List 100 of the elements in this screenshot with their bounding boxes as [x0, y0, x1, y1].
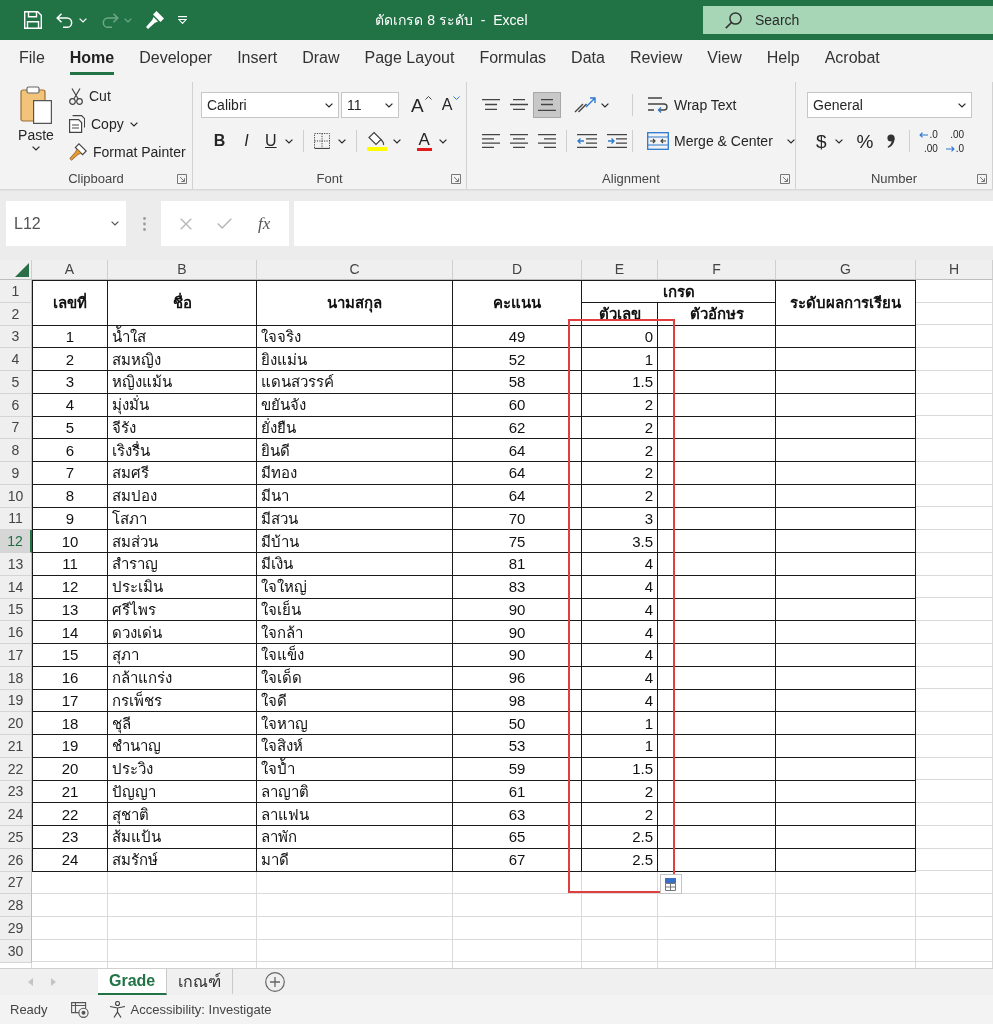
dialog-launcher-icon[interactable]: [977, 173, 987, 184]
font-name-field[interactable]: Calibri: [201, 92, 339, 118]
column-header[interactable]: F: [658, 260, 776, 280]
row-header[interactable]: 18: [0, 666, 32, 690]
table-cell: น้ำใส: [108, 325, 257, 349]
table-cell: 52: [453, 348, 582, 371]
row-header[interactable]: 26: [0, 848, 32, 872]
row-header[interactable]: 15: [0, 598, 32, 622]
window-title: ตัดเกรด 8 ระดับ - Excel: [374, 11, 529, 30]
row-header[interactable]: 5: [0, 371, 32, 394]
column-header[interactable]: H: [916, 260, 993, 280]
insert-function-button[interactable]: fx: [255, 211, 273, 236]
select-all-button[interactable]: [0, 260, 32, 280]
caret-down-icon: [453, 96, 461, 100]
row-header[interactable]: 29: [0, 917, 32, 940]
cut-button[interactable]: Cut: [66, 82, 189, 110]
row-header[interactable]: 8: [0, 439, 32, 462]
table-cell: 64: [453, 439, 582, 462]
row-header[interactable]: 14: [0, 575, 32, 599]
sheet-tab[interactable]: Grade: [98, 969, 168, 995]
column-header[interactable]: B: [108, 260, 257, 280]
table-header-cell: คะแนน: [453, 280, 582, 326]
ribbon-tab[interactable]: Review: [629, 40, 683, 75]
ribbon-tab[interactable]: Formulas: [479, 40, 547, 75]
sheet-record-icon[interactable]: [70, 1001, 89, 1018]
italic-button[interactable]: I: [233, 128, 260, 154]
ribbon-tab[interactable]: Page Layout: [364, 40, 455, 75]
row-header[interactable]: 23: [0, 780, 32, 804]
ribbon-tab[interactable]: View: [707, 40, 742, 75]
row-header[interactable]: 12: [0, 530, 32, 553]
column-header[interactable]: C: [257, 260, 453, 280]
column-header[interactable]: G: [776, 260, 916, 280]
diagonal-arrow-icon: [574, 97, 596, 113]
customize-button[interactable]: [175, 13, 190, 27]
ribbon-tab[interactable]: Acrobat: [824, 40, 880, 75]
copy-button[interactable]: Copy: [66, 110, 189, 138]
row-header[interactable]: 4: [0, 348, 32, 371]
column-header[interactable]: A: [32, 260, 108, 280]
row-header[interactable]: 21: [0, 735, 32, 758]
row-header[interactable]: 16: [0, 621, 32, 644]
ribbon-tab[interactable]: Developer: [139, 40, 213, 75]
currency-button[interactable]: $: [811, 128, 848, 154]
ribbon-tab[interactable]: Help: [766, 40, 800, 75]
new-sheet-button[interactable]: [265, 969, 286, 995]
decrease-decimal-button[interactable]: .00 .0: [941, 128, 969, 154]
row-header[interactable]: 6: [0, 393, 32, 417]
font-size-field[interactable]: 11: [341, 92, 399, 118]
grow-font-button[interactable]: A: [406, 92, 437, 118]
table-cell: แดนสวรรค์: [257, 371, 453, 394]
table-cell: 1: [582, 348, 658, 371]
accessibility-button[interactable]: Accessibility: Investigate: [108, 1001, 272, 1018]
row-header[interactable]: 10: [0, 484, 32, 508]
table-icon[interactable]: [660, 873, 682, 894]
row-header[interactable]: 17: [0, 644, 32, 667]
row-header[interactable]: 20: [0, 712, 32, 735]
row-header[interactable]: 22: [0, 757, 32, 781]
format-painter-button[interactable]: [143, 8, 167, 32]
search-field[interactable]: Search: [703, 6, 993, 34]
row-header[interactable]: 2: [0, 302, 32, 326]
row-header[interactable]: 30: [0, 939, 32, 963]
ribbon-tab[interactable]: Draw: [302, 40, 340, 75]
accessibility-icon: [108, 1001, 126, 1018]
row-header[interactable]: 11: [0, 507, 32, 531]
ribbon-tab[interactable]: Insert: [237, 40, 278, 75]
save-button[interactable]: [21, 8, 45, 32]
table-cell: 90: [453, 598, 582, 622]
dialog-launcher-icon[interactable]: [177, 173, 187, 184]
row-header[interactable]: 25: [0, 826, 32, 849]
dialog-launcher-icon[interactable]: [780, 173, 790, 184]
row-header[interactable]: 13: [0, 553, 32, 576]
format-painter-button[interactable]: Format Painter: [66, 138, 189, 166]
row-header[interactable]: 7: [0, 416, 32, 440]
shrink-font-button[interactable]: A: [436, 92, 466, 118]
row-header[interactable]: 3: [0, 325, 32, 349]
table-cell: 53: [453, 735, 582, 758]
ribbon-tab[interactable]: Data: [571, 40, 605, 75]
row-header[interactable]: 1: [0, 280, 32, 303]
table-cell: 4: [582, 575, 658, 599]
row-header[interactable]: 24: [0, 803, 32, 826]
underline-button[interactable]: U: [260, 128, 298, 154]
percent-button[interactable]: %: [851, 128, 879, 154]
merge-center-button[interactable]: Merge & Center: [642, 128, 800, 154]
search-icon: [725, 11, 742, 29]
table-cell: 2: [582, 439, 658, 462]
ribbon-tab[interactable]: File: [19, 40, 45, 75]
row-header[interactable]: 9: [0, 462, 32, 485]
paste-button[interactable]: Paste: [12, 82, 60, 168]
column-header[interactable]: D: [453, 260, 582, 280]
dialog-launcher-icon[interactable]: [451, 173, 461, 184]
bold-button[interactable]: B: [206, 128, 233, 154]
row-header[interactable]: 27: [0, 871, 32, 895]
column-header[interactable]: E: [582, 260, 658, 280]
increase-decimal-button[interactable]: .0 .00: [915, 128, 942, 154]
name-box[interactable]: L12: [6, 201, 126, 246]
font-color-button[interactable]: A: [411, 128, 452, 154]
alignment-button[interactable]: [533, 92, 561, 118]
row-header[interactable]: 19: [0, 689, 32, 713]
row-header[interactable]: 28: [0, 894, 32, 917]
number-format-field[interactable]: General: [807, 92, 972, 118]
wrap-text-button[interactable]: Wrap Text: [642, 92, 742, 118]
